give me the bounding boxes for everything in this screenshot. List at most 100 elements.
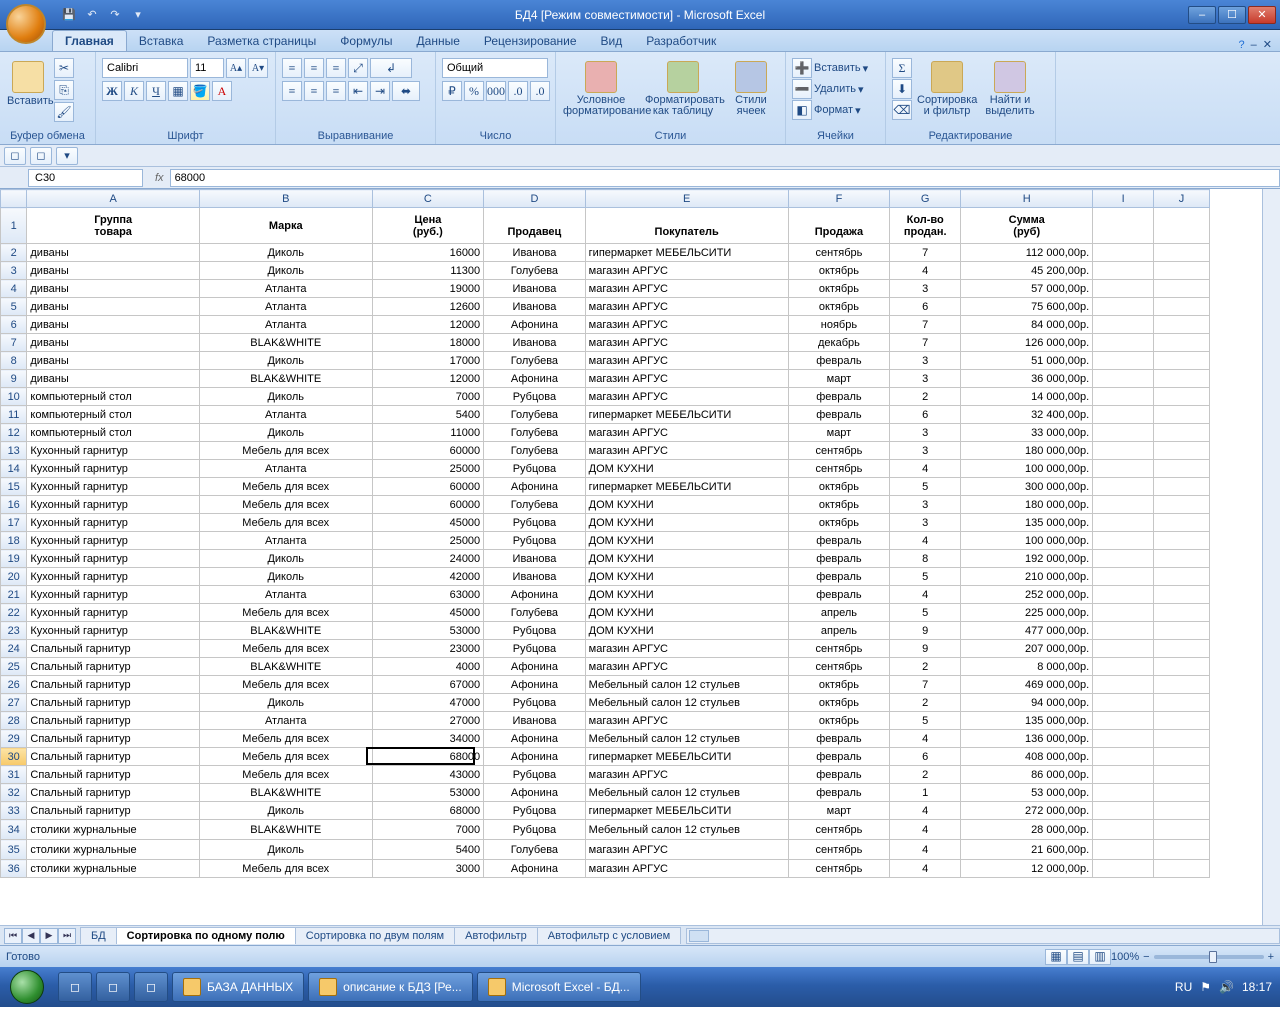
- cell[interactable]: ноябрь: [788, 316, 890, 334]
- cell[interactable]: [1154, 568, 1210, 586]
- cell[interactable]: ДОМ КУХНИ: [585, 568, 788, 586]
- cell[interactable]: 7000: [372, 820, 484, 840]
- cell[interactable]: 32 400,00р.: [961, 406, 1093, 424]
- cell[interactable]: 45000: [372, 604, 484, 622]
- cell[interactable]: [1154, 840, 1210, 860]
- cell[interactable]: 225 000,00р.: [961, 604, 1093, 622]
- align-left-icon[interactable]: ≡: [282, 81, 302, 101]
- help-icon[interactable]: ?: [1239, 39, 1245, 51]
- format-cells-icon[interactable]: ◧: [792, 100, 812, 120]
- cell[interactable]: диваны: [27, 316, 200, 334]
- cell[interactable]: 27000: [372, 712, 484, 730]
- cell[interactable]: ДОМ КУХНИ: [585, 496, 788, 514]
- cell[interactable]: 42000: [372, 568, 484, 586]
- cell[interactable]: Мебель для всех: [199, 442, 372, 460]
- cell[interactable]: Кухонный гарнитур: [27, 622, 200, 640]
- ribbon-tab-0[interactable]: Главная: [52, 30, 127, 51]
- cell[interactable]: 60000: [372, 442, 484, 460]
- cell[interactable]: 86 000,00р.: [961, 766, 1093, 784]
- cell[interactable]: Голубева: [484, 352, 586, 370]
- cell[interactable]: Диколь: [199, 568, 372, 586]
- cell[interactable]: [1154, 406, 1210, 424]
- cell[interactable]: [1154, 352, 1210, 370]
- ribbon-tab-5[interactable]: Рецензирование: [472, 31, 589, 51]
- cell[interactable]: диваны: [27, 244, 200, 262]
- col-header-H[interactable]: H: [961, 190, 1093, 208]
- paste-button[interactable]: Вставить: [6, 58, 50, 120]
- cell[interactable]: 4000: [372, 658, 484, 676]
- cell[interactable]: [1154, 730, 1210, 748]
- cell[interactable]: Рубцова: [484, 388, 586, 406]
- font-name-combo[interactable]: Calibri: [102, 58, 188, 78]
- cell[interactable]: Кухонный гарнитур: [27, 478, 200, 496]
- cell[interactable]: [1093, 352, 1154, 370]
- formula-input[interactable]: 68000: [170, 169, 1280, 187]
- cell[interactable]: Кухонный гарнитур: [27, 550, 200, 568]
- cell[interactable]: Иванова: [484, 280, 586, 298]
- indent-dec-icon[interactable]: ⇤: [348, 81, 368, 101]
- cell[interactable]: 4: [890, 860, 961, 878]
- cell[interactable]: [1093, 298, 1154, 316]
- cell[interactable]: 3000: [372, 860, 484, 878]
- cell[interactable]: 60000: [372, 496, 484, 514]
- cell[interactable]: [1154, 586, 1210, 604]
- cell[interactable]: Спальный гарнитур: [27, 748, 200, 766]
- sheet-tab[interactable]: БД: [80, 927, 117, 944]
- cell[interactable]: февраль: [788, 730, 890, 748]
- cell[interactable]: 53 000,00р.: [961, 784, 1093, 802]
- cell[interactable]: Рубцова: [484, 820, 586, 840]
- cell[interactable]: [1093, 568, 1154, 586]
- cell[interactable]: февраль: [788, 748, 890, 766]
- cell[interactable]: октябрь: [788, 676, 890, 694]
- cell[interactable]: магазин АРГУС: [585, 388, 788, 406]
- cell[interactable]: столики журнальные: [27, 860, 200, 878]
- cell[interactable]: магазин АРГУС: [585, 640, 788, 658]
- cell[interactable]: Спальный гарнитур: [27, 658, 200, 676]
- cell[interactable]: октябрь: [788, 298, 890, 316]
- cell[interactable]: Голубева: [484, 604, 586, 622]
- sheet-tab[interactable]: Сортировка по двум полям: [295, 927, 455, 944]
- cell[interactable]: компьютерный стол: [27, 424, 200, 442]
- cell[interactable]: 3: [890, 514, 961, 532]
- cell[interactable]: февраль: [788, 766, 890, 784]
- cell[interactable]: 5: [890, 568, 961, 586]
- row-header[interactable]: 19: [1, 550, 27, 568]
- cell[interactable]: [1154, 298, 1210, 316]
- cell[interactable]: 469 000,00р.: [961, 676, 1093, 694]
- cell[interactable]: Диколь: [199, 262, 372, 280]
- qat-undo-icon[interactable]: ↶: [82, 5, 102, 25]
- cell[interactable]: [1093, 860, 1154, 878]
- row-header[interactable]: 29: [1, 730, 27, 748]
- cell[interactable]: октябрь: [788, 694, 890, 712]
- cell[interactable]: [1154, 316, 1210, 334]
- cell[interactable]: сентябрь: [788, 460, 890, 478]
- row-header[interactable]: 17: [1, 514, 27, 532]
- row-header[interactable]: 32: [1, 784, 27, 802]
- dec-decimal-icon[interactable]: .0: [530, 81, 550, 101]
- cell[interactable]: 6: [890, 748, 961, 766]
- qat-save-icon[interactable]: 💾: [59, 5, 79, 25]
- cell[interactable]: 24000: [372, 550, 484, 568]
- cell[interactable]: Афонина: [484, 676, 586, 694]
- cell[interactable]: диваны: [27, 262, 200, 280]
- cell[interactable]: [1093, 730, 1154, 748]
- cell[interactable]: магазин АРГУС: [585, 262, 788, 280]
- cell[interactable]: Мебель для всех: [199, 640, 372, 658]
- cell[interactable]: 207 000,00р.: [961, 640, 1093, 658]
- cell[interactable]: магазин АРГУС: [585, 370, 788, 388]
- toolbar-btn-2[interactable]: ◻: [30, 147, 52, 165]
- cell[interactable]: [1154, 514, 1210, 532]
- cell[interactable]: Спальный гарнитур: [27, 640, 200, 658]
- cell[interactable]: 34000: [372, 730, 484, 748]
- cell[interactable]: диваны: [27, 298, 200, 316]
- sort-filter-button[interactable]: Сортировка и фильтр: [916, 58, 978, 120]
- cell[interactable]: апрель: [788, 622, 890, 640]
- cell[interactable]: 7: [890, 676, 961, 694]
- cell[interactable]: Афонина: [484, 730, 586, 748]
- cell[interactable]: Диколь: [199, 352, 372, 370]
- cell[interactable]: Покупатель: [585, 208, 788, 244]
- cell[interactable]: [1093, 334, 1154, 352]
- insert-cells-icon[interactable]: ➕: [792, 58, 812, 78]
- cell[interactable]: февраль: [788, 550, 890, 568]
- cell[interactable]: Диколь: [199, 840, 372, 860]
